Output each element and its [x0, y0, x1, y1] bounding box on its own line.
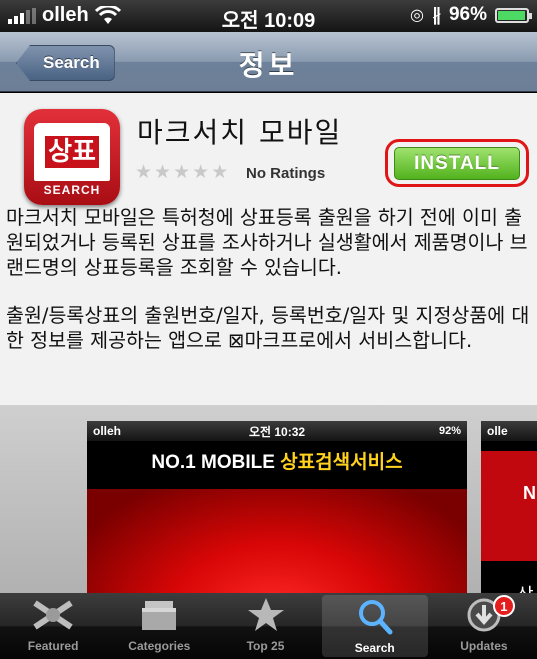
star-icon: ★	[135, 162, 153, 183]
mini-status-bar: olleh 오전 10:32 92%	[87, 421, 467, 441]
tab-top-25[interactable]: Top 25	[212, 593, 318, 659]
mini-time: 오전 10:32	[248, 424, 306, 439]
screenshot-gallery[interactable]: olleh 오전 10:32 92% NO.1 MOBILE 상표검색서비스 o…	[0, 405, 537, 593]
star-icon: ★	[154, 162, 172, 183]
featured-icon	[33, 600, 73, 630]
lock-rotation-icon: ◎	[410, 7, 424, 24]
screenshot-red-panel	[481, 451, 537, 561]
tab-label: Updates	[460, 639, 508, 653]
status-bar: olleh 오전 10:09 ◎ ∦ 96%	[0, 0, 537, 32]
battery-percent: 96%	[448, 4, 487, 25]
install-button[interactable]: INSTALL	[394, 147, 520, 180]
app-description: 마크서치 모바일은 특허청에 상표등록 출원을 하기 전에 이미 출원되었거나 …	[6, 205, 530, 376]
star-icon: ★	[211, 162, 229, 183]
page-title: 정보	[238, 50, 299, 81]
tab-updates[interactable]: 1 Updates	[431, 593, 537, 659]
mini-battery: 92%	[438, 425, 461, 437]
ratings-count: No Ratings	[246, 165, 326, 182]
updates-badge: 1	[492, 595, 515, 617]
app-icon-book: 상표	[34, 123, 110, 181]
star-icon: ★	[192, 162, 210, 183]
tab-label: Top 25	[246, 639, 285, 653]
bluetooth-icon: ∦	[431, 4, 441, 25]
star-icon: ★	[173, 162, 191, 183]
promo-headline: NO.1 MOBILE 상표검색서비스	[87, 441, 467, 489]
tab-bar: Featured Categories Top 25 Search 1 Upda…	[0, 593, 537, 659]
screenshot-2[interactable]: olle N 상	[481, 421, 537, 593]
status-right: ◎ ∦ 96%	[410, 4, 532, 26]
tab-label: Search	[354, 641, 395, 655]
promo-background	[87, 489, 467, 593]
mini-carrier: olle	[487, 424, 508, 438]
app-name: 마크서치 모바일	[137, 116, 343, 149]
app-icon: 상표 SEARCH	[24, 109, 120, 205]
screenshot-korean: 상	[517, 581, 534, 593]
install-highlight: INSTALL	[385, 139, 529, 187]
rating-stars: ★ ★ ★ ★ ★	[135, 161, 228, 184]
tab-search[interactable]: Search	[321, 595, 428, 657]
tab-label: Categories	[128, 639, 191, 653]
mini-status-bar: olle	[481, 421, 537, 441]
app-icon-text: 상표	[45, 136, 99, 168]
promo-highlight: 상표검색서비스	[280, 452, 403, 473]
description-paragraph: 출원/등록상표의 출원번호/일자, 등록번호/일자 및 지정상품에 대한 정보를…	[6, 304, 530, 352]
tab-featured[interactable]: Featured	[0, 593, 106, 659]
app-detail-content[interactable]: 상표 SEARCH 마크서치 모바일 ★ ★ ★ ★ ★ No Ratings …	[0, 93, 537, 593]
navigation-bar: Search 정보	[0, 32, 537, 92]
tab-label: Featured	[27, 639, 79, 653]
tab-categories[interactable]: Categories	[106, 593, 212, 659]
search-icon	[358, 600, 393, 635]
promo-text: NO.1 MOBILE	[151, 452, 281, 473]
battery-icon	[495, 7, 532, 23]
app-icon-sublabel: SEARCH	[43, 183, 101, 197]
screenshot-1[interactable]: olleh 오전 10:32 92% NO.1 MOBILE 상표검색서비스	[87, 421, 467, 593]
categories-icon	[142, 601, 177, 630]
screenshot-letter: N	[523, 483, 536, 503]
star-icon	[247, 598, 284, 631]
description-paragraph: 마크서치 모바일은 특허청에 상표등록 출원을 하기 전에 이미 출원되었거나 …	[6, 206, 528, 279]
